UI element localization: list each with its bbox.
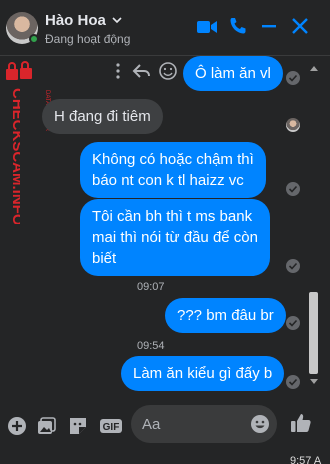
message-line: Không có hoặc chậm thì bbox=[92, 151, 254, 168]
message-line: báo nt con k tl haizz vc bbox=[92, 172, 244, 189]
close-icon[interactable] bbox=[290, 16, 310, 36]
contact-name[interactable]: Hào Hoa bbox=[45, 12, 106, 29]
timestamp: 09:54 bbox=[137, 340, 165, 352]
message-input-placeholder: Aa bbox=[142, 416, 161, 433]
sticker-icon[interactable] bbox=[68, 416, 88, 436]
seen-icon bbox=[286, 71, 300, 85]
active-status: Đang hoạt động bbox=[45, 32, 131, 46]
message-outgoing[interactable]: Làm ăn kiểu gì đấy b bbox=[121, 356, 285, 391]
photo-icon[interactable] bbox=[37, 416, 57, 436]
message-incoming[interactable]: H đang đi tiêm bbox=[42, 99, 163, 134]
message-line: mai thì nói từ đầu để còn bbox=[92, 229, 258, 246]
timestamp: 09:07 bbox=[137, 281, 165, 293]
chevron-down-icon[interactable] bbox=[110, 13, 124, 27]
emoji-icon[interactable] bbox=[250, 414, 270, 434]
chat-header: Hào Hoa Đang hoạt động bbox=[0, 0, 330, 56]
phone-icon[interactable] bbox=[228, 16, 248, 36]
seen-icon bbox=[286, 375, 300, 389]
svg-text:GIF: GIF bbox=[103, 422, 120, 433]
read-receipt-avatar bbox=[286, 118, 300, 132]
message-line: biết bbox=[92, 250, 117, 267]
message-list[interactable]: Ô làm ăn vl H đang đi tiêm Không có hoặc… bbox=[0, 56, 330, 402]
message-outgoing[interactable]: ??? bm đâu br bbox=[165, 298, 286, 333]
more-icon[interactable] bbox=[112, 62, 124, 80]
seen-icon bbox=[286, 182, 300, 196]
thumbs-up-icon[interactable] bbox=[290, 412, 312, 434]
chat-window: Hào Hoa Đang hoạt động CHECKSCAM.INFO DA… bbox=[0, 0, 330, 464]
reply-icon[interactable] bbox=[132, 61, 152, 81]
plus-circle-icon[interactable] bbox=[7, 416, 27, 436]
message-outgoing[interactable]: Tôi cần bh thì t ms bank mai thì nói từ … bbox=[80, 199, 270, 276]
message-outgoing[interactable]: Ô làm ăn vl bbox=[183, 56, 283, 91]
scroll-down-icon[interactable] bbox=[309, 378, 319, 386]
scroll-up-icon[interactable] bbox=[309, 64, 319, 72]
scrollbar-thumb[interactable] bbox=[309, 292, 318, 374]
message-line: Tôi cần bh thì t ms bank bbox=[92, 208, 253, 225]
gif-icon[interactable]: GIF bbox=[99, 416, 123, 436]
video-camera-icon[interactable] bbox=[196, 16, 218, 38]
seen-icon bbox=[286, 259, 300, 273]
taskbar-clock: 9:57 A bbox=[290, 455, 322, 464]
message-outgoing[interactable]: Không có hoặc chậm thì báo nt con k tl h… bbox=[80, 142, 266, 198]
emoji-reaction-icon[interactable] bbox=[158, 61, 178, 81]
minimize-icon[interactable] bbox=[259, 16, 279, 36]
seen-icon bbox=[286, 316, 300, 330]
online-indicator bbox=[29, 34, 39, 44]
